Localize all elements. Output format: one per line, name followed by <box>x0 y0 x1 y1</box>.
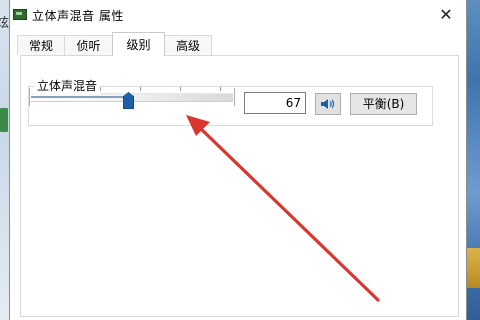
tab-general[interactable]: 常规 <box>17 35 65 55</box>
desktop-partial-text: 炫 <box>0 16 10 31</box>
desktop-partial-icon <box>0 108 8 132</box>
sound-device-icon <box>13 9 27 20</box>
volume-value-field[interactable]: 67 <box>244 92 306 114</box>
slider-tick <box>220 87 221 91</box>
slider-start-mark <box>29 88 30 106</box>
tab-listen[interactable]: 侦听 <box>64 35 113 55</box>
desktop-background-left <box>0 0 9 320</box>
tab-levels[interactable]: 级别 <box>112 32 165 56</box>
slider-end-mark <box>234 88 235 106</box>
slider-tick <box>100 87 101 91</box>
slider-tick <box>140 87 141 91</box>
title-bar[interactable]: 立体声混音 属性 ✕ <box>10 0 466 29</box>
desktop-background-accent <box>467 248 480 288</box>
mute-button[interactable] <box>315 93 341 115</box>
window-title: 立体声混音 属性 <box>32 9 124 23</box>
close-button[interactable]: ✕ <box>428 0 464 28</box>
volume-slider-fill <box>31 96 123 98</box>
level-group-label: 立体声混音 <box>34 77 101 94</box>
close-icon: ✕ <box>439 4 453 24</box>
slider-tick <box>180 87 181 91</box>
speaker-icon <box>321 99 335 109</box>
balance-button[interactable]: 平衡(B) <box>350 93 417 115</box>
properties-dialog: 立体声混音 属性 ✕ 常规 侦听 级别 高级 <box>9 0 467 320</box>
tab-advanced[interactable]: 高级 <box>164 35 212 55</box>
